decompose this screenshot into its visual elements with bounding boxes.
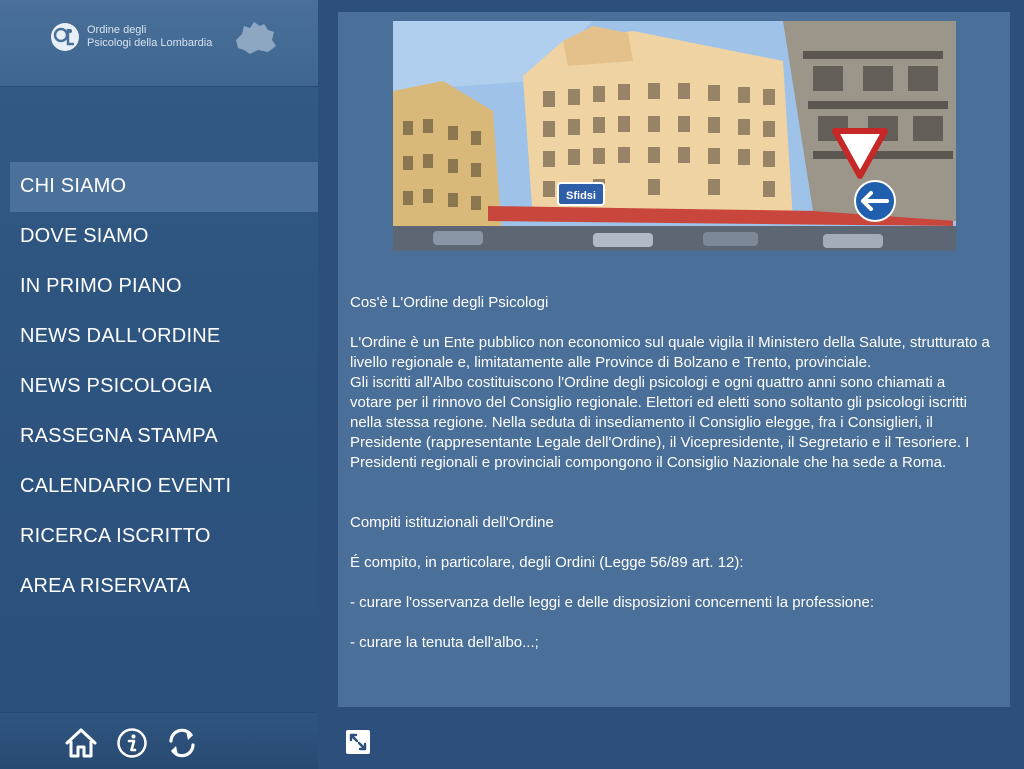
- menu-item-news-dall-ordine[interactable]: NEWS DALL'ORDINE: [10, 312, 318, 362]
- logo-bar: Ordine degli Psicologi della Lombardia: [0, 0, 318, 87]
- content-panel: Sfidsi Cos'è L'Ordine degli Psicologi L'…: [338, 12, 1010, 707]
- menu-item-area-riservata[interactable]: AREA RISERVATA: [10, 562, 318, 612]
- shop-sign-text: Sfidsi: [566, 190, 596, 202]
- expand-icon[interactable]: [345, 729, 371, 755]
- logo-text: Ordine degli Psicologi della Lombardia: [87, 24, 212, 50]
- hero-image: Sfidsi: [393, 21, 956, 251]
- refresh-icon[interactable]: [165, 726, 199, 760]
- article-heading: Compiti istituzionali dell'Ordine: [350, 514, 554, 531]
- lombardia-map-icon: [236, 22, 276, 54]
- menu-item-calendario-eventi[interactable]: CALENDARIO EVENTI: [10, 462, 318, 512]
- article-bullet: - curare la tenuta dell'albo...;: [350, 634, 539, 651]
- main-footer: [318, 712, 1024, 768]
- street-illustration: Sfidsi: [393, 21, 956, 251]
- article: Cos'è L'Ordine degli Psicologi L'Ordine …: [350, 293, 990, 653]
- sidebar: Ordine degli Psicologi della Lombardia C…: [0, 0, 318, 769]
- menu-item-news-psicologia[interactable]: NEWS PSICOLOGIA: [10, 362, 318, 412]
- home-icon[interactable]: [64, 727, 98, 759]
- logo-line2: Psicologi della Lombardia: [87, 37, 213, 49]
- article-paragraph: L'Ordine è un Ente pubblico non economic…: [350, 334, 990, 371]
- logo-line1: Ordine degli: [87, 24, 147, 36]
- menu-item-ricerca-iscritto[interactable]: RICERCA ISCRITTO: [10, 512, 318, 562]
- menu-item-dove-siamo[interactable]: DOVE SIAMO: [10, 212, 318, 262]
- sidebar-footer: [0, 712, 318, 769]
- menu-item-in-primo-piano[interactable]: IN PRIMO PIANO: [10, 262, 318, 312]
- menu-item-chi-siamo[interactable]: CHI SIAMO: [10, 162, 318, 212]
- main-menu: CHI SIAMO DOVE SIAMO IN PRIMO PIANO NEWS…: [10, 162, 318, 612]
- article-paragraph: Gli iscritti all'Albo costituiscono l'Or…: [350, 374, 970, 471]
- info-icon[interactable]: [116, 727, 148, 759]
- logo-icon: [51, 23, 79, 51]
- article-bullet: - curare l'osservanza delle leggi e dell…: [350, 594, 874, 611]
- article-paragraph: É compito, in particolare, degli Ordini …: [350, 554, 744, 571]
- article-title: Cos'è L'Ordine degli Psicologi: [350, 294, 549, 311]
- menu-item-rassegna-stampa[interactable]: RASSEGNA STAMPA: [10, 412, 318, 462]
